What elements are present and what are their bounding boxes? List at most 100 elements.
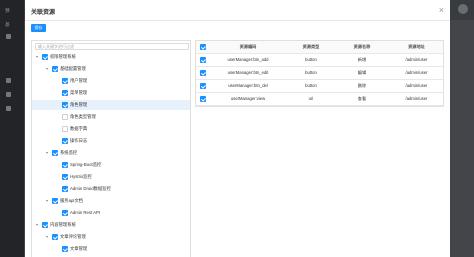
save-button[interactable]: 保存 bbox=[31, 24, 46, 32]
header-code: 资源编码 bbox=[239, 44, 257, 49]
table-row[interactable]: userManager:btn_del button 删除/admin/user bbox=[196, 80, 443, 93]
resource-type-cell: uri bbox=[308, 96, 314, 101]
resource-name-cell: 编辑 bbox=[357, 70, 367, 75]
resource-url-cell: /admin/user bbox=[405, 70, 428, 75]
row-select-cell bbox=[196, 80, 210, 92]
tree-node-label: 数据字典 bbox=[70, 126, 88, 131]
tree-node[interactable]: ▾ 文章评论管理 bbox=[32, 232, 190, 242]
tree-node-label: Admin Rest API bbox=[70, 210, 101, 215]
tree-node-label: 内容管理系统 bbox=[50, 222, 76, 227]
row-select-cell bbox=[196, 54, 210, 66]
tree-node[interactable]: 菜单管理 bbox=[32, 88, 190, 98]
tree-node-label: 系统监控 bbox=[60, 150, 78, 155]
header-url: 资源地址 bbox=[408, 44, 425, 49]
tree-node-checkbox[interactable] bbox=[42, 222, 48, 228]
tree-node-checkbox[interactable] bbox=[52, 198, 58, 204]
tree-node[interactable]: 文章管理 bbox=[32, 244, 190, 254]
row-checkbox[interactable] bbox=[200, 70, 206, 76]
caret-down-icon[interactable]: ▾ bbox=[46, 66, 51, 71]
resource-code-cell: userManager:btn_edit bbox=[227, 70, 269, 75]
tree-node[interactable]: ▾ 系统监控 bbox=[32, 148, 190, 158]
tree-node-label: 角色类型管理 bbox=[70, 114, 96, 119]
tree-node-label: Hystrix监控 bbox=[70, 174, 92, 179]
tree-node-checkbox[interactable] bbox=[52, 150, 58, 156]
caret-down-icon[interactable]: ▾ bbox=[46, 234, 51, 239]
caret-down-icon[interactable]: ▾ bbox=[36, 54, 41, 59]
resource-name-cell: 新增 bbox=[357, 57, 367, 62]
tree-node-checkbox[interactable] bbox=[62, 186, 68, 192]
dialog-header: 关联资源 × bbox=[25, 0, 450, 21]
tree-node-checkbox[interactable] bbox=[62, 210, 68, 216]
tree-node-checkbox[interactable] bbox=[62, 126, 68, 132]
select-all-checkbox[interactable] bbox=[200, 44, 206, 50]
tree-node-label: 基础配置管理 bbox=[60, 66, 86, 71]
tree-node-checkbox[interactable] bbox=[52, 66, 58, 72]
tree-node[interactable]: 角色管理 bbox=[32, 100, 190, 110]
caret-down-icon[interactable]: ▾ bbox=[46, 150, 51, 155]
tree-node[interactable]: ▾ 基础配置管理 bbox=[32, 64, 190, 74]
tree-node-label: 菜单管理 bbox=[70, 90, 88, 95]
associate-resources-dialog: 关联资源 × 保存 ▾ 权限管理系统 ▾ 基础配置管理用户管理菜单管理角色管理角色类型… bbox=[25, 0, 450, 257]
tree-node[interactable]: Admin Rest API bbox=[32, 208, 190, 218]
select-all-cell bbox=[196, 41, 210, 53]
tree-node-checkbox[interactable] bbox=[62, 138, 68, 144]
close-icon[interactable]: × bbox=[439, 5, 444, 15]
tree-node[interactable]: Spring-Boot监控 bbox=[32, 160, 190, 170]
tree-node-checkbox[interactable] bbox=[52, 234, 58, 240]
resource-code-cell: userManager:view bbox=[230, 96, 266, 101]
resource-name-cell: 查看 bbox=[357, 96, 367, 101]
resource-table: 资源编码 资源类型 资源名称 资源地址 userManager:btn_addb… bbox=[195, 40, 444, 107]
row-select-cell bbox=[196, 67, 210, 79]
resource-name-cell: 删除 bbox=[357, 83, 367, 88]
tree-node-label: 角色管理 bbox=[70, 102, 88, 107]
tree-node-checkbox[interactable] bbox=[62, 114, 68, 120]
tree-node[interactable]: Admin Druid数据监控 bbox=[32, 184, 190, 194]
table-header: 资源编码 资源类型 资源名称 资源地址 bbox=[196, 41, 443, 54]
tree-node-label: 服务api文档 bbox=[60, 198, 83, 203]
tree-node[interactable]: Hystrix监控 bbox=[32, 172, 190, 182]
tree-node[interactable]: 操作日志 bbox=[32, 136, 190, 146]
tree-node-label: 操作日志 bbox=[70, 138, 88, 143]
tree-node[interactable]: 数据字典 bbox=[32, 124, 190, 134]
resource-url-cell: /admin/user bbox=[405, 57, 428, 62]
resource-tree: ▾ 权限管理系统 ▾ 基础配置管理用户管理菜单管理角色管理角色类型管理数据字典操作日志… bbox=[31, 40, 191, 257]
tree-node-checkbox[interactable] bbox=[62, 246, 68, 252]
dialog-title: 关联资源 bbox=[31, 10, 56, 16]
tree-node-label: 用户管理 bbox=[70, 78, 88, 83]
tree-filter-input[interactable] bbox=[35, 43, 189, 50]
header-type: 资源类型 bbox=[302, 44, 320, 49]
row-checkbox[interactable] bbox=[200, 57, 206, 63]
tree-node[interactable]: ▾ 服务api文档 bbox=[32, 196, 190, 206]
tree-node-checkbox[interactable] bbox=[42, 54, 48, 60]
tree-node[interactable]: 角色类型管理 bbox=[32, 112, 190, 122]
tree-node[interactable]: ▾ 内容管理系统 bbox=[32, 220, 190, 230]
caret-down-icon[interactable]: ▾ bbox=[46, 198, 51, 203]
resource-url-cell: /admin/user bbox=[405, 96, 428, 101]
resource-url-cell: /admin/user bbox=[405, 83, 428, 88]
row-select-cell bbox=[196, 93, 210, 105]
tree-node-label: 文章评论管理 bbox=[60, 234, 86, 239]
resource-type-cell: button bbox=[305, 83, 317, 88]
table-row[interactable]: userManager:btn_edit button 编辑/admin/user bbox=[196, 67, 443, 80]
tree-node-checkbox[interactable] bbox=[62, 78, 68, 84]
tree-node[interactable]: 用户管理 bbox=[32, 76, 190, 86]
tree-node-label: Spring-Boot监控 bbox=[70, 162, 102, 167]
resource-type-cell: button bbox=[305, 57, 317, 62]
tree-node-checkbox[interactable] bbox=[62, 90, 68, 96]
tree-node-label: 文章管理 bbox=[70, 246, 88, 251]
tree-node-checkbox[interactable] bbox=[62, 174, 68, 180]
tree-node-checkbox[interactable] bbox=[62, 102, 68, 108]
tree-node-checkbox[interactable] bbox=[62, 162, 68, 168]
tree-node-label: 权限管理系统 bbox=[50, 54, 76, 59]
caret-down-icon[interactable]: ▾ bbox=[36, 222, 41, 227]
tree-node-label: Admin Druid数据监控 bbox=[70, 186, 111, 191]
resource-code-cell: userManager:btn_del bbox=[228, 83, 268, 88]
resource-type-cell: button bbox=[305, 70, 317, 75]
resource-code-cell: userManager:btn_add bbox=[227, 57, 269, 62]
tree-node[interactable]: ▾ 权限管理系统 bbox=[32, 52, 190, 62]
table-row[interactable]: userManager:view uri 查看/admin/user bbox=[196, 93, 443, 106]
header-name: 资源名称 bbox=[353, 44, 371, 49]
row-checkbox[interactable] bbox=[200, 83, 206, 89]
table-row[interactable]: userManager:btn_add button 新增/admin/user bbox=[196, 54, 443, 67]
row-checkbox[interactable] bbox=[200, 96, 206, 102]
